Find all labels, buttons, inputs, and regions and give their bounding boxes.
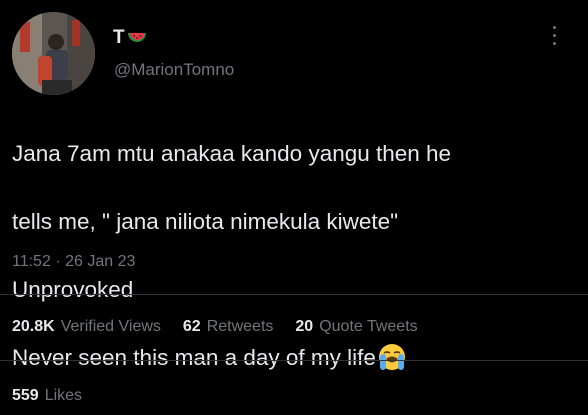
meta-separator: · [55, 253, 61, 270]
quote-tweets-label: Quote Tweets [319, 318, 418, 335]
loudly-crying-face-icon [378, 344, 405, 370]
tweet-timestamp[interactable]: 11:52 · 26 Jan 23 [12, 253, 135, 271]
likes-count: 559 [12, 387, 39, 404]
views-stat[interactable]: 20.8K Verified Views [12, 318, 161, 336]
tweet-line-last: Never seen this man a day of my life [12, 341, 572, 375]
retweets-label: Retweets [206, 318, 274, 335]
tweet-line: tells me, " jana niliota nimekula kiwete… [12, 209, 399, 234]
likes-stat[interactable]: 559 Likes [12, 387, 82, 405]
retweets-stat[interactable]: 62 Retweets [183, 318, 274, 336]
tweet-line: Jana 7am mtu anakaa kando yangu then he [12, 141, 452, 166]
likes-label: Likes [44, 387, 83, 404]
watermelon-icon [128, 33, 147, 42]
display-name-text: T [113, 27, 126, 48]
quote-tweets-count: 20 [295, 318, 314, 335]
more-options-icon[interactable] [549, 26, 559, 52]
engagement-stats: 20.8K Verified Views 62 Retweets 20 Quot… [12, 318, 418, 336]
divider [0, 360, 588, 361]
user-handle[interactable]: @MarionTomno [114, 60, 234, 80]
divider [0, 294, 588, 295]
avatar[interactable] [12, 12, 95, 95]
tweet-date: 26 Jan 23 [65, 253, 136, 270]
tweet-line: Unprovoked [12, 277, 134, 302]
views-count: 20.8K [12, 318, 55, 335]
quote-tweets-stat[interactable]: 20 Quote Tweets [295, 318, 417, 336]
avatar-photo [12, 12, 95, 95]
views-label: Verified Views [60, 318, 161, 335]
retweets-count: 62 [182, 318, 201, 335]
tweet-time: 11:52 [12, 253, 51, 270]
tweet-line-text: Never seen this man a day of my life [12, 345, 376, 370]
display-name[interactable]: T [113, 27, 147, 49]
